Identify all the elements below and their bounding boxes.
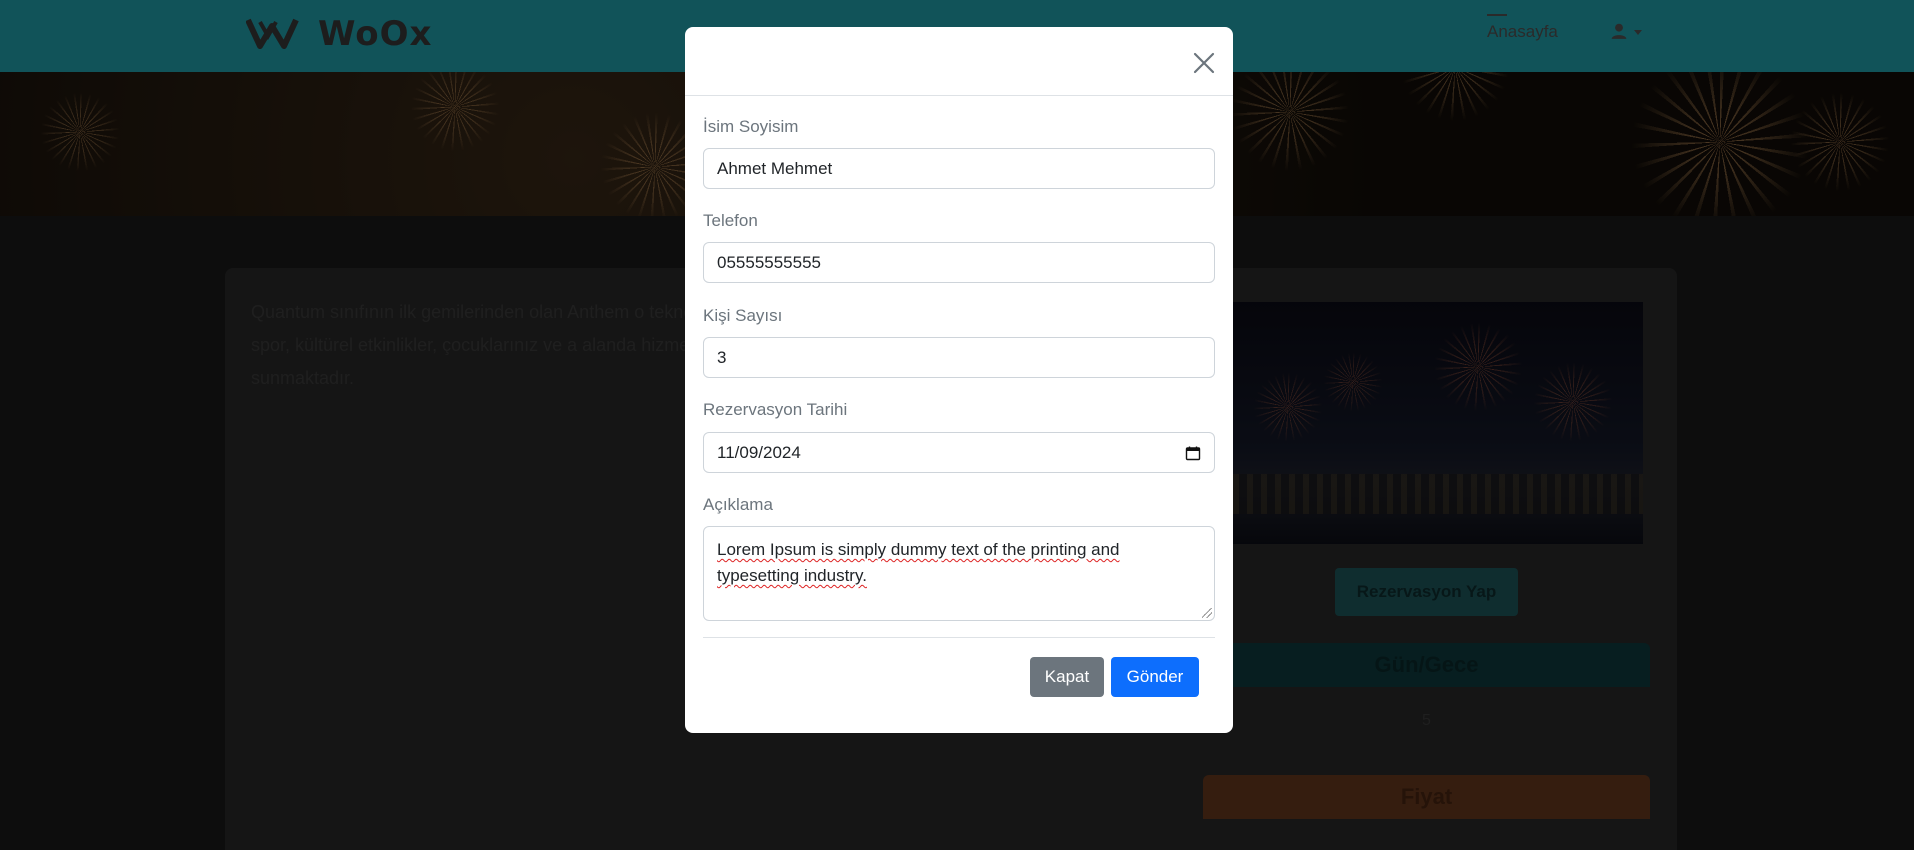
date-label: Rezervasyon Tarihi [703,400,848,419]
phone-field-group: Telefon [703,209,1215,283]
name-field-group: İsim Soyisim [703,115,1215,189]
modal-close-button[interactable] [1192,51,1216,75]
cancel-button[interactable]: Kapat [1030,657,1104,697]
phone-input[interactable] [703,242,1215,283]
name-input[interactable] [703,148,1215,189]
modal-footer-divider [703,637,1215,638]
date-field-group: Rezervasyon Tarihi 11/09/2024 [703,398,1215,473]
note-label: Açıklama [703,495,773,514]
note-textarea[interactable]: Lorem Ipsum is simply dummy text of the … [703,526,1215,621]
name-label: İsim Soyisim [703,117,799,136]
submit-button[interactable]: Gönder [1111,657,1199,697]
note-text: Lorem Ipsum is simply dummy text of the … [717,540,1120,585]
resize-handle-icon[interactable] [1202,608,1212,618]
calendar-icon[interactable] [1185,445,1201,461]
note-field-group: Açıklama Lorem Ipsum is simply dummy tex… [703,493,1215,621]
date-value: 11/09/2024 [717,442,801,462]
close-icon [1193,52,1215,74]
people-label: Kişi Sayısı [703,306,783,325]
people-field-group: Kişi Sayısı [703,304,1215,378]
phone-label: Telefon [703,211,758,230]
modal-header [685,27,1233,96]
reservation-modal: İsim Soyisim Telefon Kişi Sayısı Rezerva… [685,27,1233,733]
people-input[interactable] [703,337,1215,378]
date-input[interactable]: 11/09/2024 [703,432,1215,473]
